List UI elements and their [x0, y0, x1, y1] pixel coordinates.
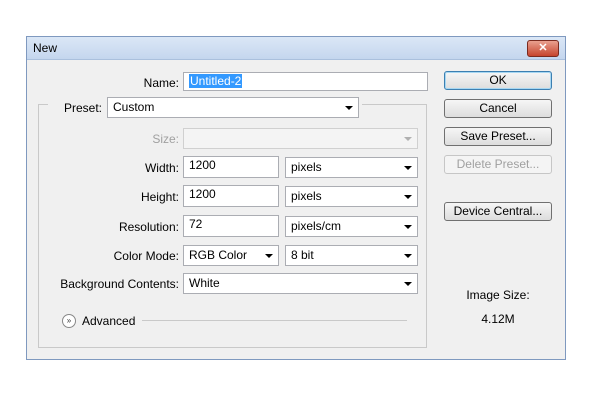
- width-value: 1200: [189, 158, 216, 172]
- chevron-down-icon: [404, 166, 412, 170]
- width-unit-select[interactable]: pixels: [285, 157, 418, 178]
- chevron-down-icon: [265, 254, 273, 258]
- height-label: Height:: [140, 190, 179, 204]
- color-mode-value: RGB Color: [189, 248, 248, 262]
- background-contents-select[interactable]: White: [183, 273, 418, 294]
- image-size-value: 4.12M: [481, 312, 515, 326]
- preset-group-border-top-left: [38, 104, 48, 105]
- width-label: Width:: [144, 161, 179, 175]
- name-value: Untitled-2: [189, 74, 243, 88]
- chevron-down-icon: [404, 254, 412, 258]
- preset-group-border-bottom: [38, 347, 427, 348]
- height-value: 1200: [189, 187, 216, 201]
- chevron-double-down-icon[interactable]: »: [62, 314, 76, 328]
- preset-select[interactable]: Custom: [107, 97, 359, 118]
- close-button[interactable]: ✕: [527, 40, 559, 57]
- width-unit-value: pixels: [291, 160, 322, 174]
- image-size-label: Image Size:: [466, 288, 530, 302]
- preset-group-border-right: [426, 104, 427, 348]
- name-input[interactable]: Untitled-2: [183, 72, 428, 91]
- new-document-dialog: New ✕ Name: Untitled-2 Preset: Custom Si…: [26, 36, 566, 360]
- resolution-value: 72: [189, 217, 203, 231]
- bit-depth-select[interactable]: 8 bit: [285, 245, 418, 266]
- advanced-toggle[interactable]: Advanced: [82, 314, 135, 328]
- chevron-down-icon: [404, 195, 412, 199]
- width-input[interactable]: 1200: [183, 156, 279, 178]
- cancel-button[interactable]: Cancel: [444, 99, 552, 118]
- bit-depth-value: 8 bit: [291, 248, 314, 262]
- ok-button[interactable]: OK: [444, 71, 552, 90]
- chevron-down-icon: [404, 225, 412, 229]
- name-label: Name:: [143, 76, 179, 90]
- color-mode-label: Color Mode:: [113, 249, 179, 263]
- height-unit-select[interactable]: pixels: [285, 186, 418, 207]
- title-bar[interactable]: New ✕: [27, 37, 565, 60]
- preset-value: Custom: [113, 100, 155, 114]
- resolution-unit-select[interactable]: pixels/cm: [285, 216, 418, 237]
- size-select[interactable]: [183, 128, 418, 149]
- height-unit-value: pixels: [291, 189, 322, 203]
- resolution-unit-value: pixels/cm: [291, 219, 342, 233]
- size-label: Size:: [152, 132, 179, 146]
- preset-group-border-top-right: [362, 104, 427, 105]
- advanced-divider: [142, 320, 407, 321]
- preset-label: Preset:: [63, 101, 102, 115]
- height-input[interactable]: 1200: [183, 185, 279, 207]
- chevron-down-icon: [404, 137, 412, 141]
- resolution-label: Resolution:: [118, 220, 179, 234]
- save-preset-button[interactable]: Save Preset...: [444, 127, 552, 146]
- preset-group-border-left: [38, 104, 39, 348]
- color-mode-select[interactable]: RGB Color: [183, 245, 279, 266]
- background-contents-value: White: [189, 276, 220, 290]
- background-contents-label: Background Contents:: [60, 277, 179, 291]
- dialog-title: New: [33, 41, 58, 55]
- chevron-down-icon: [404, 282, 412, 286]
- delete-preset-button[interactable]: Delete Preset...: [444, 155, 552, 174]
- chevron-down-icon: [345, 106, 353, 110]
- resolution-input[interactable]: 72: [183, 215, 279, 237]
- close-icon: ✕: [538, 42, 548, 54]
- device-central-button[interactable]: Device Central...: [444, 202, 552, 221]
